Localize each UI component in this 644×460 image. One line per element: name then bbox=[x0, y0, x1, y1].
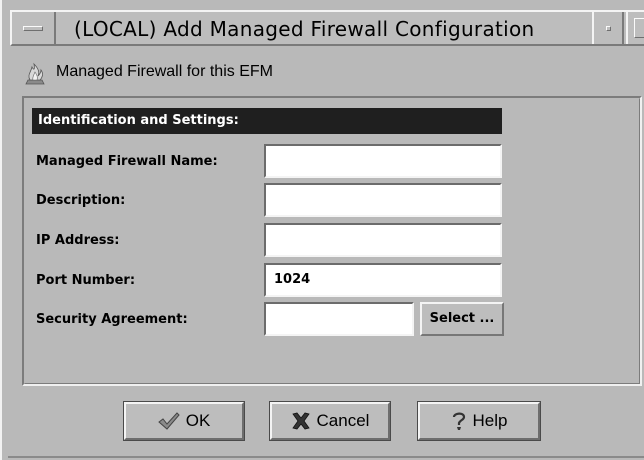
title-bar[interactable]: (LOCAL) Add Managed Firewall Configurati… bbox=[10, 10, 644, 46]
description-label: Description: bbox=[36, 193, 126, 208]
x-icon bbox=[291, 412, 311, 430]
minimize-icon bbox=[606, 26, 611, 31]
cancel-label: Cancel bbox=[316, 411, 370, 430]
settings-panel: Identification and Settings: Managed Fir… bbox=[22, 96, 642, 386]
port-number-field[interactable]: 1024 bbox=[264, 263, 502, 297]
window-menu-icon bbox=[23, 26, 43, 31]
maximize-button[interactable] bbox=[626, 12, 644, 44]
window-menu-button[interactable] bbox=[12, 12, 56, 44]
header-text: Managed Firewall for this EFM bbox=[56, 63, 273, 80]
select-button[interactable]: Select ... bbox=[420, 302, 504, 336]
dialog-header: Managed Firewall for this EFM bbox=[22, 54, 273, 90]
section-title: Identification and Settings: bbox=[32, 108, 502, 134]
firewall-name-label: Managed Firewall Name: bbox=[36, 154, 218, 169]
description-field[interactable] bbox=[264, 183, 502, 217]
help-label: Help bbox=[472, 411, 508, 430]
maximize-icon bbox=[634, 18, 644, 38]
ok-button[interactable]: OK bbox=[123, 401, 245, 441]
window-bottom-edge bbox=[8, 456, 644, 458]
dialog-window: (LOCAL) Add Managed Firewall Configurati… bbox=[0, 0, 644, 460]
minimize-button[interactable] bbox=[592, 12, 624, 44]
flame-icon bbox=[25, 62, 45, 85]
security-agreement-field[interactable] bbox=[264, 302, 414, 336]
question-mark-icon bbox=[451, 411, 467, 431]
cancel-button[interactable]: Cancel bbox=[269, 401, 391, 441]
ip-address-label: IP Address: bbox=[36, 233, 120, 248]
firewall-name-field[interactable] bbox=[264, 144, 502, 178]
checkmark-icon bbox=[157, 412, 180, 430]
window-title: (LOCAL) Add Managed Firewall Configurati… bbox=[74, 17, 535, 41]
ok-label: OK bbox=[185, 411, 211, 430]
port-number-label: Port Number: bbox=[36, 273, 136, 288]
help-button[interactable]: Help bbox=[417, 401, 541, 441]
ip-address-field[interactable] bbox=[264, 223, 502, 257]
security-agreement-label: Security Agreement: bbox=[36, 312, 188, 327]
